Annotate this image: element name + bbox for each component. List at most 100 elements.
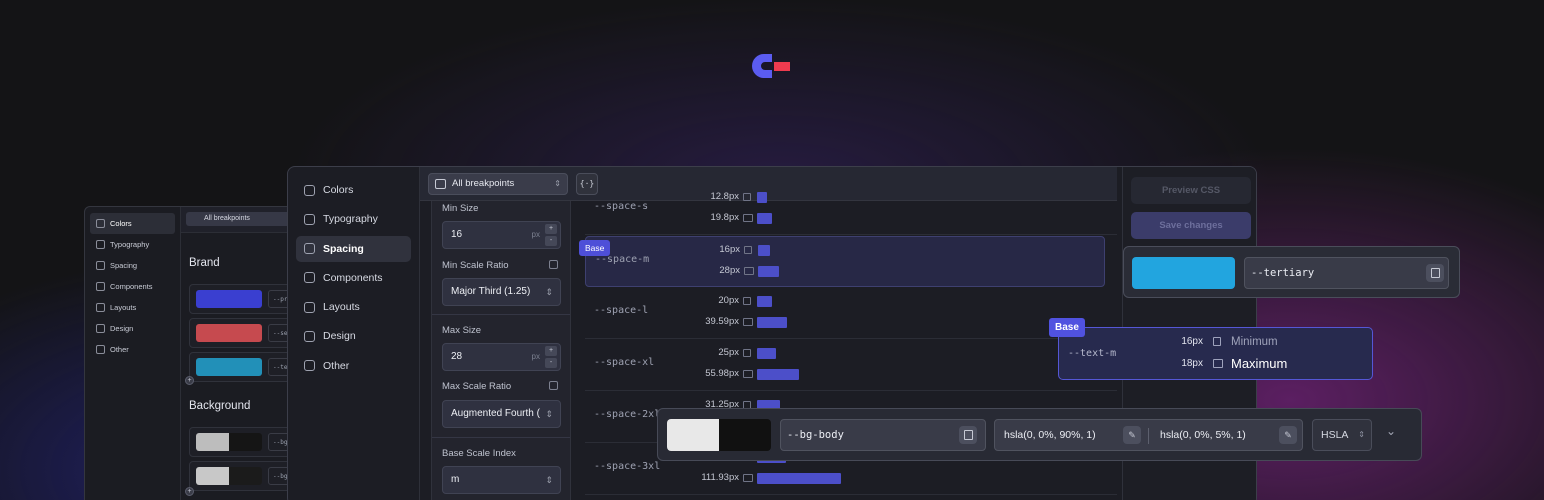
min-size-input[interactable]: 16 px + - <box>442 221 561 249</box>
sidebar-item-layouts[interactable]: Layouts <box>296 294 411 320</box>
color-swatch[interactable] <box>196 358 262 376</box>
breakpoints-select[interactable]: All breakpoints ⇕ <box>428 173 568 195</box>
palette-icon <box>304 184 315 196</box>
bg-token-card: --bg-body hsla(0, 0%, 90%, 1) ✎ hsla(0, … <box>657 408 1422 461</box>
desktop-icon <box>744 267 754 275</box>
color-swatch[interactable] <box>196 290 262 308</box>
scale-icon[interactable] <box>549 260 558 269</box>
decrement-button[interactable]: - <box>545 236 557 246</box>
color-swatch[interactable] <box>196 324 262 342</box>
typography-icon <box>96 240 105 249</box>
text-token-card: --text-m 16px Minimum 18px Maximum <box>1058 327 1373 380</box>
spacing-max-bar <box>757 213 772 224</box>
back-nav-colors[interactable]: Colors <box>90 213 175 234</box>
spacing-max-bar <box>757 317 787 328</box>
other-icon <box>304 360 315 372</box>
back-nav-spacing[interactable]: Spacing <box>90 255 175 276</box>
sidebar-item-components[interactable]: Components <box>296 265 411 291</box>
stepper: + - <box>545 224 557 246</box>
desktop-icon <box>743 318 753 326</box>
decrement-button[interactable]: - <box>545 358 557 368</box>
divider <box>432 314 570 315</box>
spacing-row[interactable]: --space-xl 25px 55.98px <box>585 340 1117 391</box>
spacing-row[interactable]: --space-s 12.8px 19.8px <box>585 184 1117 235</box>
back-nav-components[interactable]: Components <box>90 276 175 297</box>
spacing-max-value: 28px <box>719 265 740 276</box>
color-mode-select[interactable]: HSLA ⇕ <box>1312 419 1372 451</box>
spacing-min-value: 20px <box>718 295 739 306</box>
spacing-max-value: 55.98px <box>705 368 739 379</box>
max-size-input[interactable]: 28 px + - <box>442 343 561 371</box>
spacing-min-bar <box>757 192 767 203</box>
max-label: Maximum <box>1231 356 1288 371</box>
copy-icon[interactable] <box>1426 264 1444 282</box>
spacing-max-value: 19.8px <box>710 212 739 223</box>
min-scale-select[interactable]: Major Third (1.25) ⇕ <box>442 278 561 306</box>
mobile-icon <box>743 297 751 305</box>
color-swatch[interactable] <box>196 433 262 451</box>
spacing-min-value: 25px <box>718 347 739 358</box>
chevron-updown-icon: ⇕ <box>545 287 553 297</box>
design-icon <box>304 330 315 342</box>
scale-settings-panel: Min Size 16 px + - Min Scale Ratio Major … <box>431 201 571 500</box>
scale-icon[interactable] <box>549 381 558 390</box>
chevron-down-icon[interactable]: ⌄ <box>1386 424 1396 438</box>
color-var-input[interactable]: --tertiary <box>1244 257 1449 289</box>
base-index-select[interactable]: m ⇕ <box>442 466 561 494</box>
mobile-icon <box>744 246 752 254</box>
base-badge: Base <box>579 240 611 256</box>
pencil-icon[interactable]: ✎ <box>1123 426 1141 444</box>
swatch-light <box>667 419 719 451</box>
max-scale-select[interactable]: Augmented Fourth ( ⇕ <box>442 400 561 428</box>
back-sidebar: Colors Typography Spacing Components Lay… <box>85 207 181 500</box>
increment-button[interactable]: + <box>545 346 557 356</box>
min-scale-label: Min Scale Ratio <box>442 260 509 271</box>
save-changes-button[interactable]: Save changes <box>1131 212 1251 239</box>
background-window: Colors Typography Spacing Components Lay… <box>84 206 304 500</box>
pencil-icon[interactable]: ✎ <box>1279 426 1297 444</box>
back-nav-other[interactable]: Other <box>90 339 175 360</box>
add-color-button[interactable]: + <box>185 376 194 385</box>
color-swatch[interactable] <box>667 419 771 451</box>
devices-icon <box>435 179 446 189</box>
spacing-var-name: --space-3xl <box>594 461 661 472</box>
desktop-icon <box>743 474 753 482</box>
sidebar-item-spacing[interactable]: Spacing <box>296 235 411 262</box>
color-mode-value: HSLA <box>1321 429 1349 441</box>
color-swatch[interactable] <box>1132 257 1235 289</box>
spacing-row[interactable]: --space-m 16px 28px <box>585 236 1105 287</box>
max-scale-value: Augmented Fourth ( <box>451 408 540 419</box>
bg-var-input[interactable]: --bg-body <box>780 419 986 451</box>
preview-css-button[interactable]: Preview CSS <box>1131 177 1251 204</box>
base-index-value: m <box>451 474 460 485</box>
sidebar-item-typography[interactable]: Typography <box>296 206 411 232</box>
back-breakpoints-select[interactable]: All breakpoints <box>186 212 294 226</box>
spacing-icon <box>96 261 105 270</box>
sidebar-item-other[interactable]: Other <box>296 353 411 379</box>
back-nav-layouts[interactable]: Layouts <box>90 297 175 318</box>
copy-icon[interactable] <box>959 426 977 444</box>
back-nav-design[interactable]: Design <box>90 318 175 339</box>
desktop-icon <box>743 370 753 378</box>
add-color-button[interactable]: + <box>185 487 194 496</box>
dark-value: hsla(0, 0%, 5%, 1) <box>1160 429 1246 441</box>
sidebar: Colors Typography Spacing Components Lay… <box>288 167 420 500</box>
unit-label: px <box>531 230 540 239</box>
color-swatch[interactable] <box>196 467 262 485</box>
spacing-row[interactable]: --space-l 20px 39.59px <box>585 288 1117 339</box>
chevron-updown-icon: ⇕ <box>545 475 553 485</box>
layouts-icon <box>304 301 315 313</box>
chevron-updown-icon: ⇕ <box>545 409 553 419</box>
color-values-field: hsla(0, 0%, 90%, 1) ✎ hsla(0, 0%, 5%, 1)… <box>994 419 1303 451</box>
increment-button[interactable]: + <box>545 224 557 234</box>
spacing-max-value: 39.59px <box>705 316 739 327</box>
sidebar-item-colors[interactable]: Colors <box>296 177 411 203</box>
text-var-name: --text-m <box>1068 348 1117 359</box>
max-size-label: Max Size <box>442 325 482 336</box>
brand-heading: Brand <box>189 257 220 269</box>
back-toolbar: All breakpoints <box>181 207 303 233</box>
back-nav-typography[interactable]: Typography <box>90 234 175 255</box>
sidebar-item-design[interactable]: Design <box>296 323 411 349</box>
spacing-var-name: --space-s <box>594 201 649 212</box>
min-size-label: Min Size <box>442 203 479 214</box>
